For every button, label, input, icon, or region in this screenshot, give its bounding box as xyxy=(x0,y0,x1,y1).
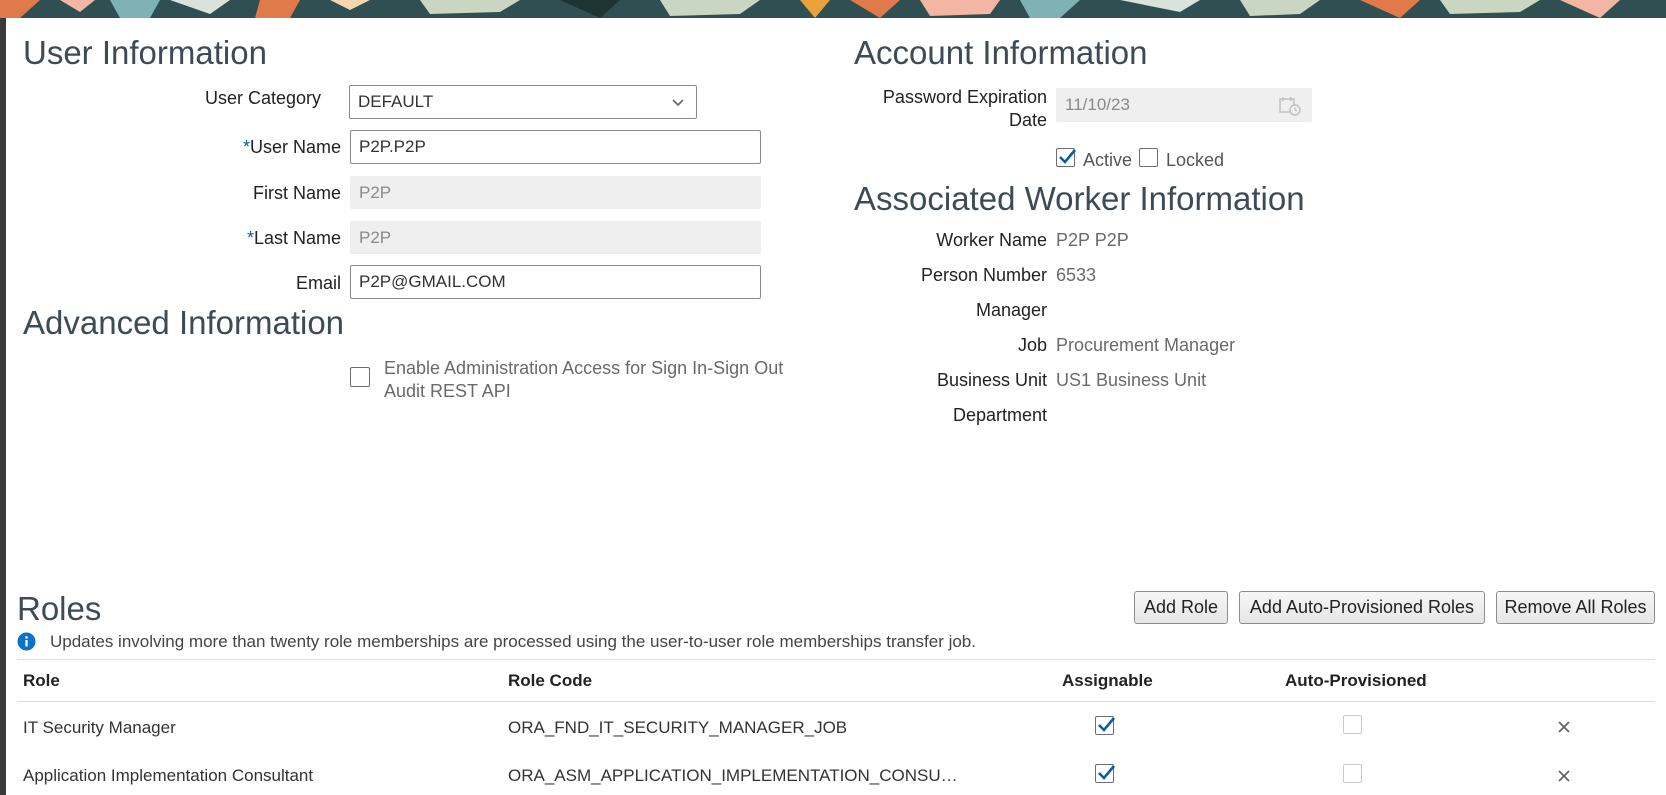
email-input[interactable]: P2P@GMAIL.COM xyxy=(350,265,761,299)
auto-provisioned-checkbox xyxy=(1343,764,1362,783)
user-category-select[interactable]: DEFAULT xyxy=(349,85,697,119)
locked-checkbox[interactable] xyxy=(1139,148,1158,167)
roles-info-message: Updates involving more than twenty role … xyxy=(50,632,976,651)
calendar-icon xyxy=(1279,97,1301,116)
user-information-title: User Information xyxy=(23,34,267,71)
assignable-checkbox[interactable] xyxy=(1095,716,1115,735)
roles-title: Roles xyxy=(17,590,102,627)
add-role-button[interactable]: Add Role xyxy=(1134,591,1228,624)
remove-role-icon[interactable] xyxy=(1557,720,1571,734)
roles-table-top-divider xyxy=(17,659,1655,660)
column-header-role-code[interactable]: Role Code xyxy=(508,671,592,691)
worker-name-label: Worker Name xyxy=(936,230,1047,250)
banner-pattern xyxy=(0,0,1666,18)
first-name-field: P2P xyxy=(350,176,761,209)
checkmark-icon xyxy=(1098,765,1115,780)
associated-worker-title: Associated Worker Information xyxy=(854,180,1305,217)
password-expiration-value: 11/10/23 xyxy=(1065,95,1130,114)
last-name-field: P2P xyxy=(350,221,761,254)
enable-admin-access-checkbox[interactable] xyxy=(350,367,370,387)
user-category-label: User Category xyxy=(204,88,321,108)
user-name-label: *User Name xyxy=(242,137,341,157)
role-code-cell: ORA_FND_IT_SECURITY_MANAGER_JOB xyxy=(508,718,848,737)
manager-label: Manager xyxy=(975,300,1047,320)
required-mark: * xyxy=(246,228,254,248)
info-icon xyxy=(17,632,36,651)
chevron-down-icon xyxy=(672,99,684,107)
auto-provisioned-checkbox xyxy=(1343,715,1362,734)
column-header-auto-provisioned[interactable]: Auto-Provisioned xyxy=(1285,671,1427,691)
business-unit-value: US1 Business Unit xyxy=(1056,370,1207,390)
header-banner xyxy=(0,0,1666,18)
assignable-checkbox[interactable] xyxy=(1095,764,1115,783)
active-checkbox[interactable] xyxy=(1056,148,1076,167)
checkmark-icon xyxy=(1098,717,1115,732)
role-name-cell: Application Implementation Consultant xyxy=(23,766,314,785)
account-information-title: Account Information xyxy=(854,34,1148,71)
window-left-edge xyxy=(0,0,6,795)
worker-name-value: P2P P2P xyxy=(1056,230,1129,250)
advanced-information-title: Advanced Information xyxy=(23,304,345,341)
enable-admin-access-label: Enable Administration Access for Sign In… xyxy=(384,358,784,401)
checkmark-icon xyxy=(1059,149,1076,164)
password-expiration-date-field: 11/10/23 xyxy=(1056,88,1312,122)
required-mark: * xyxy=(242,137,250,157)
roles-table-header-divider xyxy=(17,701,1655,702)
active-label: Active xyxy=(1083,150,1133,170)
column-header-assignable[interactable]: Assignable xyxy=(1062,671,1153,691)
remove-all-roles-button[interactable]: Remove All Roles xyxy=(1496,591,1655,624)
locked-label: Locked xyxy=(1166,150,1225,170)
user-name-input[interactable]: P2P.P2P xyxy=(350,130,761,164)
job-value: Procurement Manager xyxy=(1056,335,1236,355)
person-number-label: Person Number xyxy=(920,265,1047,285)
department-label: Department xyxy=(952,405,1047,425)
email-label: Email xyxy=(295,273,341,293)
job-label: Job xyxy=(1017,335,1047,355)
role-code-cell: ORA_ASM_APPLICATION_IMPLEMENTATION_CONSU… xyxy=(508,766,958,785)
add-auto-provisioned-roles-button[interactable]: Add Auto-Provisioned Roles xyxy=(1239,591,1485,624)
last-name-label: *Last Name xyxy=(246,228,341,248)
column-header-role[interactable]: Role xyxy=(23,671,60,691)
password-expiration-label: Password Expiration Date xyxy=(882,87,1047,130)
user-category-value: DEFAULT xyxy=(358,92,434,111)
remove-role-icon[interactable] xyxy=(1557,769,1571,783)
person-number-value: 6533 xyxy=(1056,265,1097,285)
first-name-label: First Name xyxy=(252,183,341,203)
business-unit-label: Business Unit xyxy=(936,370,1047,390)
role-name-cell: IT Security Manager xyxy=(23,718,176,737)
